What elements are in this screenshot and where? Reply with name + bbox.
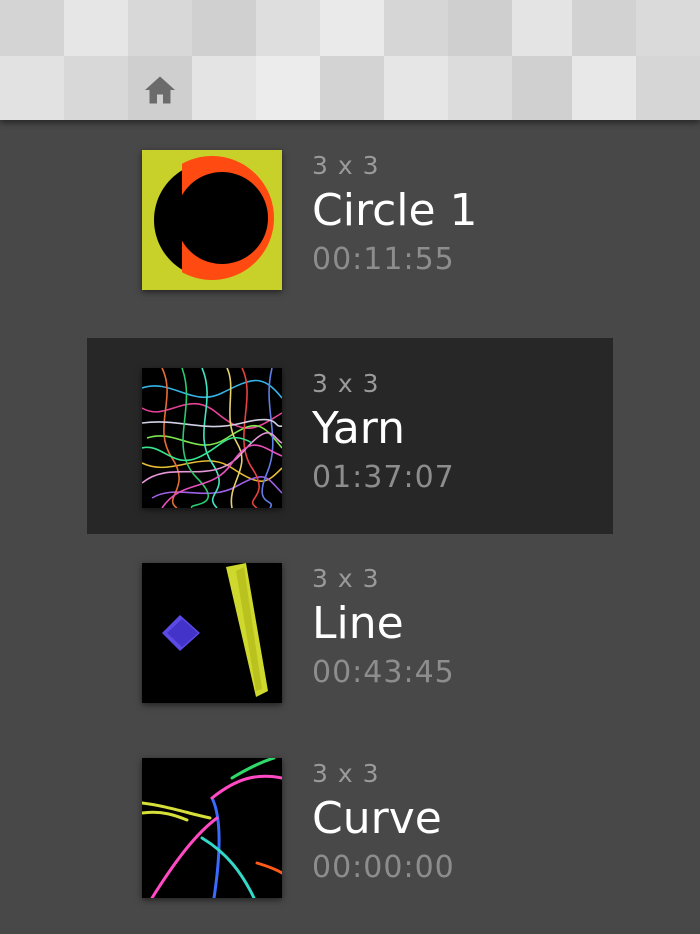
item-meta: 3 x 3 Yarn 01:37:07 bbox=[312, 368, 455, 498]
item-title: Circle 1 bbox=[312, 185, 478, 236]
list-item-selected[interactable]: 3 x 3 Yarn 01:37:07 bbox=[87, 338, 613, 534]
item-duration: 00:43:45 bbox=[312, 655, 455, 690]
curve-thumbnail bbox=[142, 758, 282, 898]
item-title: Line bbox=[312, 598, 404, 649]
item-duration: 00:00:00 bbox=[312, 850, 455, 885]
item-duration: 01:37:07 bbox=[312, 460, 455, 495]
home-icon bbox=[145, 76, 175, 104]
top-bar bbox=[0, 0, 700, 120]
grid-size-label: 3 x 3 bbox=[312, 369, 380, 398]
item-title: Curve bbox=[312, 793, 442, 844]
item-meta: 3 x 3 Line 00:43:45 bbox=[312, 563, 455, 693]
app-window: 3 x 3 Circle 1 00:11:55 3 x 3 Yarn 01:37… bbox=[0, 0, 700, 934]
list-item[interactable]: 3 x 3 Line 00:43:45 bbox=[87, 533, 613, 729]
list-item[interactable]: 3 x 3 Curve 00:00:00 bbox=[87, 728, 613, 924]
list-item[interactable]: 3 x 3 Circle 1 00:11:55 bbox=[87, 120, 613, 316]
item-duration: 00:11:55 bbox=[312, 242, 455, 277]
grid-size-label: 3 x 3 bbox=[312, 564, 380, 593]
checker-tile-pattern bbox=[0, 0, 700, 120]
yarn-thumbnail bbox=[142, 368, 282, 508]
item-title: Yarn bbox=[312, 403, 405, 454]
circle-thumbnail bbox=[142, 150, 282, 290]
item-meta: 3 x 3 Curve 00:00:00 bbox=[312, 758, 455, 888]
grid-size-label: 3 x 3 bbox=[312, 151, 380, 180]
line-thumbnail bbox=[142, 563, 282, 703]
item-meta: 3 x 3 Circle 1 00:11:55 bbox=[312, 150, 478, 280]
home-button[interactable] bbox=[138, 68, 182, 112]
grid-size-label: 3 x 3 bbox=[312, 759, 380, 788]
